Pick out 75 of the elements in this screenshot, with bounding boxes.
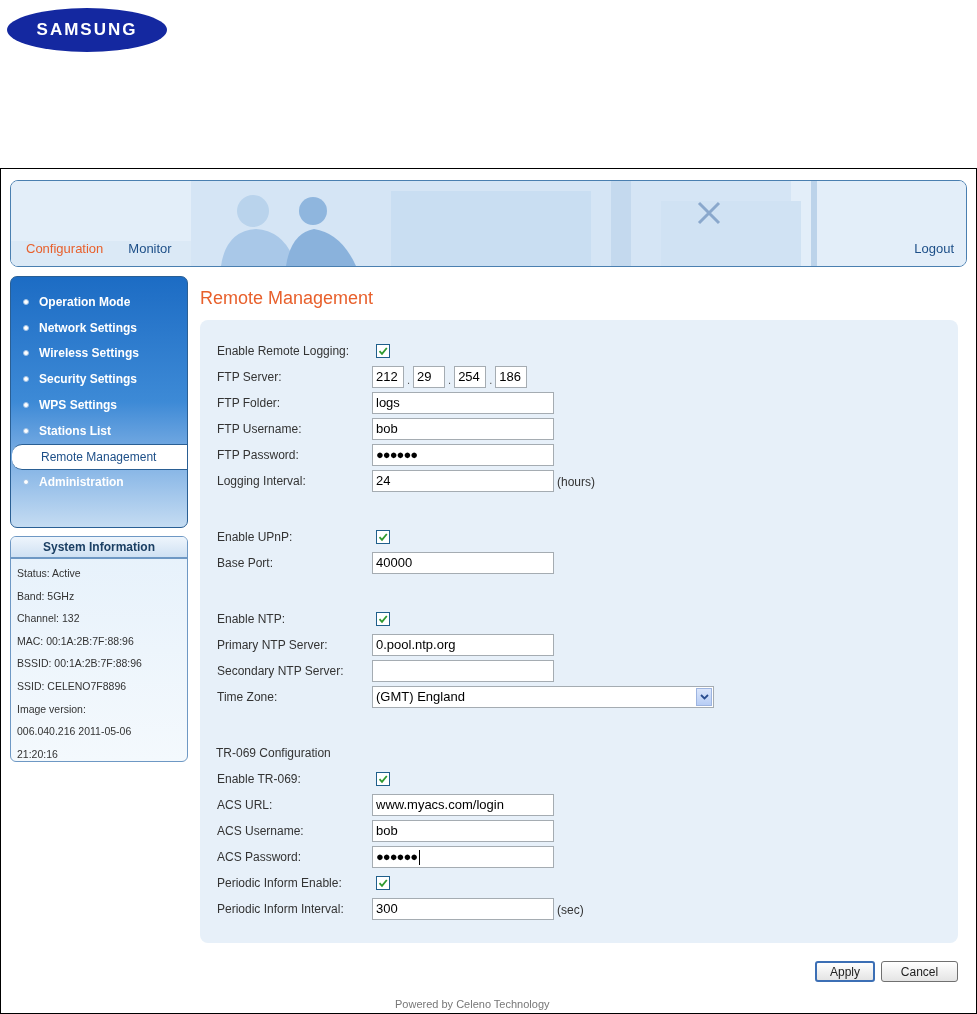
sidebar-item[interactable]: Network Settings <box>11 314 187 341</box>
bullet-icon <box>23 402 29 409</box>
sidebar-item[interactable]: Security Settings <box>11 366 187 393</box>
sidebar-item[interactable]: Remote Management <box>12 443 187 470</box>
field-label: Base Port: <box>217 555 275 572</box>
nav-tab[interactable]: Monitor <box>128 238 172 258</box>
field-label: Enable NTP: <box>217 611 287 628</box>
info-line: Band: 5GHz <box>17 588 76 604</box>
logo: SAMSUNG <box>7 8 167 52</box>
sidebar-item[interactable]: WPS Settings <box>11 392 187 418</box>
field-label: Logging Interval: <box>217 473 307 490</box>
sidebar-item[interactable]: Operation Mode <box>11 289 187 315</box>
field-label: FTP Folder: <box>217 395 282 412</box>
bullet-icon <box>23 324 29 331</box>
field-label: Periodic Inform Enable: <box>217 875 343 892</box>
unit-label: (hours) <box>557 474 595 491</box>
bullet-icon <box>23 427 29 434</box>
input-field[interactable]: 40000 <box>372 552 554 574</box>
page-title: Remote Management <box>200 287 375 310</box>
ip-octet-field[interactable]: 254 <box>454 366 487 388</box>
field-label: ACS Password: <box>217 849 303 866</box>
info-line: MAC: 00:1A:2B:7F:88:96 <box>17 633 135 649</box>
time-zone-select[interactable]: (GMT) England <box>372 686 714 708</box>
info-line: BSSID: 00:1A:2B:7F:88:96 <box>17 656 143 672</box>
field-label: Secondary NTP Server: <box>217 663 345 680</box>
field-label: Enable Remote Logging: <box>217 343 351 360</box>
footer-text: Powered by Celeno Technology <box>395 997 551 1012</box>
input-field[interactable]: 300 <box>372 898 554 920</box>
field-label: Primary NTP Server: <box>217 637 329 654</box>
checkbox[interactable] <box>376 612 390 626</box>
bullet-icon <box>23 350 29 357</box>
input-field[interactable]: 0.pool.ntp.org <box>372 634 554 656</box>
bullet-icon <box>23 298 29 305</box>
input-field[interactable]: bob <box>372 820 554 842</box>
password-field[interactable]: ●●●●●● <box>372 846 554 868</box>
action-button[interactable]: Apply <box>815 961 875 982</box>
info-line: 006.040.216 2011-05-06 <box>17 724 133 740</box>
input-field[interactable]: 24 <box>372 470 554 492</box>
input-field[interactable] <box>372 660 554 682</box>
input-field[interactable]: www.myacs.com/login <box>372 794 554 816</box>
action-button[interactable]: Cancel <box>881 961 958 982</box>
password-field[interactable]: ●●●●●● <box>372 444 554 466</box>
field-label: Enable UPnP: <box>217 529 294 546</box>
field-label: Periodic Inform Interval: <box>217 901 345 918</box>
checkbox[interactable] <box>376 530 390 544</box>
unit-label: (sec) <box>557 902 584 919</box>
logout-link[interactable]: Logout <box>914 238 954 258</box>
checkbox[interactable] <box>376 876 390 890</box>
input-field[interactable]: bob <box>372 418 554 440</box>
info-line: Image version: <box>17 701 87 717</box>
ip-octet-field[interactable]: 212 <box>372 366 404 388</box>
field-label: ACS URL: <box>217 797 274 814</box>
ip-separator: . <box>489 372 493 388</box>
info-line: SSID: CELENO7F8896 <box>17 678 128 694</box>
field-label: FTP Username: <box>217 421 303 438</box>
sidebar-item[interactable]: Wireless Settings <box>11 340 187 367</box>
info-line: 21:20:16 <box>17 746 59 761</box>
checkbox[interactable] <box>376 344 390 358</box>
bullet-icon <box>23 376 29 383</box>
ip-separator: . <box>407 372 411 388</box>
info-line: Channel: 132 <box>17 611 81 627</box>
field-label: ACS Username: <box>217 823 305 840</box>
field-label: Enable TR-069: <box>217 771 302 788</box>
ip-octet-field[interactable]: 29 <box>413 366 446 388</box>
panel-title: System Information <box>11 537 187 559</box>
input-field[interactable]: logs <box>372 392 554 414</box>
ip-octet-field[interactable]: 186 <box>495 366 528 388</box>
field-label: FTP Password: <box>217 447 300 464</box>
checkbox[interactable] <box>376 772 390 786</box>
ip-separator: . <box>448 372 452 388</box>
bullet-icon <box>23 479 29 486</box>
info-line: Status: Active <box>17 566 82 581</box>
field-label: FTP Server: <box>217 369 283 386</box>
section-heading: TR-069 Configuration <box>216 745 332 762</box>
field-label: Time Zone: <box>217 689 279 706</box>
